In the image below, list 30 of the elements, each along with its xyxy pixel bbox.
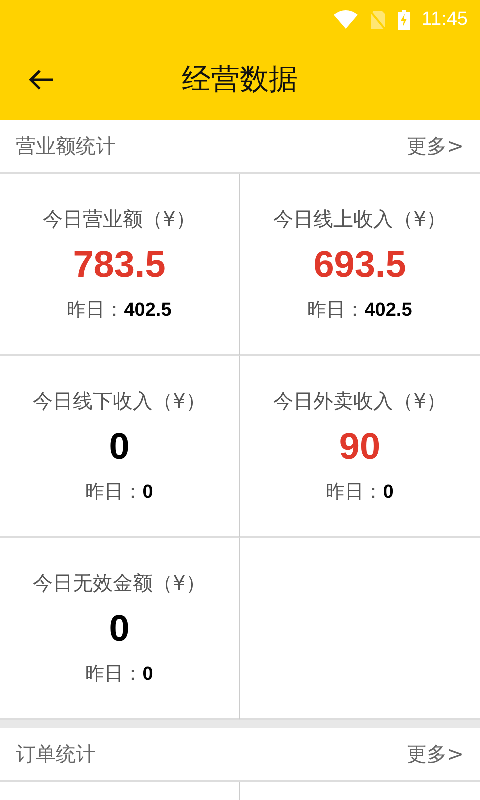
stat-value: 783.5 [73, 242, 166, 286]
yesterday-value: 0 [383, 482, 394, 504]
yesterday-value: 402.5 [364, 300, 412, 322]
stat-label: 今日线下收入（¥） [33, 388, 206, 414]
stat-value: 0 [109, 606, 130, 650]
stat-label: 今日线上收入（¥） [274, 206, 446, 232]
yesterday-label: 昨日： [67, 298, 124, 322]
more-link[interactable]: 更多> [407, 132, 464, 160]
yesterday-label: 昨日： [86, 662, 143, 686]
battery-charging-icon [398, 10, 410, 30]
wifi-icon [334, 10, 358, 30]
yesterday-value: 0 [142, 482, 154, 504]
section-title: 订单统计 [16, 740, 96, 768]
back-arrow-icon[interactable] [28, 69, 54, 91]
yesterday-label: 昨日： [86, 480, 143, 504]
stat-label: 今日营业额（¥） [43, 206, 196, 232]
no-sim-icon [370, 10, 386, 30]
stat-label: 今日外卖收入（¥） [274, 388, 446, 414]
section-title: 营业额统计 [16, 132, 116, 160]
stat-value: 90 [339, 424, 381, 468]
stat-label: 今日无效金额（¥） [33, 570, 206, 596]
yesterday-value: 0 [142, 664, 154, 686]
yesterday-label: 昨日： [308, 298, 365, 322]
clock-time: 11:45 [422, 9, 468, 31]
more-link[interactable]: 更多> [407, 740, 464, 768]
stat-value: 0 [109, 424, 130, 468]
yesterday-value: 402.5 [124, 300, 172, 322]
yesterday-label: 昨日： [326, 480, 384, 504]
stat-value: 693.5 [314, 242, 406, 286]
page-title: 经营数据 [182, 61, 298, 98]
